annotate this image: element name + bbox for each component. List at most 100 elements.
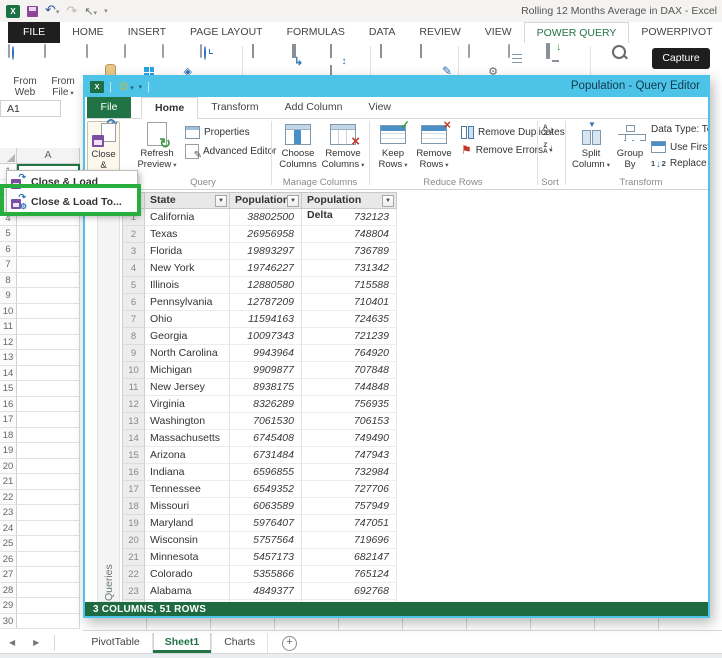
population-cell[interactable]: 6731484 — [230, 447, 302, 464]
row-number[interactable]: 29 — [0, 598, 17, 614]
name-box[interactable]: A1 — [0, 100, 61, 117]
row-number[interactable]: 20 — [0, 459, 17, 475]
state-cell[interactable]: Missouri — [145, 498, 230, 515]
state-cell[interactable]: New Jersey — [145, 379, 230, 396]
from-web-icon[interactable] — [8, 45, 36, 75]
touch-mode-icon[interactable]: ↖▾ — [84, 5, 97, 18]
edit-query-icon[interactable]: ✎ — [420, 45, 448, 75]
state-cell[interactable]: Pennsylvania — [145, 294, 230, 311]
from-other-sources-icon[interactable]: ◈ — [162, 45, 190, 75]
population-cell[interactable]: 38802500 — [230, 209, 302, 226]
queries-pane[interactable]: Queries — [97, 190, 120, 602]
ribbon-tab[interactable]: INSERT — [116, 22, 178, 43]
sheet-tab[interactable]: Charts — [212, 633, 268, 653]
update-icon[interactable]: ↓ — [546, 45, 574, 75]
row-number-cell[interactable]: 3 — [122, 243, 145, 260]
population-cell[interactable]: 6549352 — [230, 481, 302, 498]
row-number-cell[interactable]: 18 — [122, 498, 145, 515]
save-icon[interactable] — [27, 6, 38, 17]
options-icon[interactable]: ⚙ — [468, 45, 496, 75]
row-number-cell[interactable]: 22 — [122, 566, 145, 583]
cell[interactable] — [17, 521, 80, 537]
row-number-cell[interactable]: 16 — [122, 464, 145, 481]
row-number[interactable]: 23 — [0, 505, 17, 521]
cell[interactable] — [17, 614, 80, 630]
cell[interactable] — [17, 335, 80, 351]
search-icon[interactable] — [612, 45, 640, 75]
row-number[interactable]: 17 — [0, 412, 17, 428]
row-number[interactable]: 25 — [0, 536, 17, 552]
cell[interactable] — [17, 552, 80, 568]
population-delta-cell[interactable]: 707848 — [302, 362, 397, 379]
cell[interactable] — [17, 397, 80, 413]
state-cell[interactable]: Maryland — [145, 515, 230, 532]
query-editor-titlebar[interactable]: X | ☺▾ ▾ | Population - Query Editor — [85, 77, 708, 97]
from-azure-icon[interactable] — [124, 45, 152, 75]
population-delta-cell[interactable]: 706153 — [302, 413, 397, 430]
row-number[interactable]: 7 — [0, 257, 17, 273]
from-file-label[interactable]: From File▾ — [44, 76, 82, 99]
population-delta-cell[interactable]: 727706 — [302, 481, 397, 498]
population-cell[interactable]: 5757564 — [230, 532, 302, 549]
row-number-cell[interactable]: 23 — [122, 583, 145, 600]
population-delta-cell[interactable]: 765124 — [302, 566, 397, 583]
keep-rows-button[interactable]: ✓ Keep Rows▾ — [375, 121, 411, 171]
editor-tab[interactable]: Add Column — [272, 97, 356, 118]
ribbon-tab[interactable]: HOME — [60, 22, 116, 43]
row-number-cell[interactable]: 10 — [122, 362, 145, 379]
cell[interactable] — [17, 366, 80, 382]
row-number[interactable]: 24 — [0, 521, 17, 537]
cell[interactable] — [17, 226, 80, 242]
population-delta-cell[interactable]: 764920 — [302, 345, 397, 362]
population-delta-cell[interactable]: 744848 — [302, 379, 397, 396]
population-delta-cell[interactable]: 710401 — [302, 294, 397, 311]
cell[interactable] — [17, 428, 80, 444]
state-cell[interactable]: New York — [145, 260, 230, 277]
cell[interactable] — [17, 350, 80, 366]
row-number-cell[interactable]: 15 — [122, 447, 145, 464]
population-cell[interactable] — [230, 600, 302, 602]
cell[interactable] — [17, 474, 80, 490]
ribbon-tab[interactable]: DATA — [357, 22, 407, 43]
row-number[interactable]: 28 — [0, 583, 17, 599]
advanced-editor-button[interactable]: Advanced Editor — [185, 144, 276, 159]
state-cell[interactable]: Arizona — [145, 447, 230, 464]
population-cell[interactable]: 5457173 — [230, 549, 302, 566]
row-number[interactable]: 9 — [0, 288, 17, 304]
row-number[interactable]: 12 — [0, 335, 17, 351]
ribbon-tab[interactable]: POWER QUERY — [524, 22, 630, 44]
state-cell[interactable]: Minnesota — [145, 549, 230, 566]
state-cell[interactable]: Illinois — [145, 277, 230, 294]
cell[interactable] — [17, 505, 80, 521]
column-header-population-delta[interactable]: Population Delta▼ — [302, 192, 397, 209]
population-delta-cell[interactable]: 756935 — [302, 396, 397, 413]
row-number[interactable]: 10 — [0, 304, 17, 320]
group-by-button[interactable]: Group By — [613, 121, 647, 171]
row-number-cell[interactable]: 5 — [122, 277, 145, 294]
launch-editor-icon[interactable] — [380, 45, 408, 75]
population-delta-cell[interactable]: 747943 — [302, 447, 397, 464]
sheet-tab[interactable]: PivotTable — [79, 633, 152, 653]
population-delta-cell[interactable]: 719696 — [302, 532, 397, 549]
population-delta-cell[interactable] — [302, 600, 397, 602]
population-delta-cell[interactable]: 732984 — [302, 464, 397, 481]
population-delta-cell[interactable]: 731342 — [302, 260, 397, 277]
undo-icon[interactable]: ↶▾ — [45, 4, 59, 19]
state-cell[interactable]: Colorado — [145, 566, 230, 583]
state-cell[interactable]: Georgia — [145, 328, 230, 345]
state-cell[interactable]: Alabama — [145, 583, 230, 600]
state-cell[interactable]: Tennessee — [145, 481, 230, 498]
population-cell[interactable]: 8326289 — [230, 396, 302, 413]
split-column-button[interactable]: ▼ Split Column▾ — [571, 121, 611, 171]
customize-qat-icon[interactable]: ▾ — [104, 7, 108, 15]
row-number[interactable]: 30 — [0, 614, 17, 630]
row-number[interactable]: 13 — [0, 350, 17, 366]
population-delta-cell[interactable]: 715588 — [302, 277, 397, 294]
population-cell[interactable]: 6745408 — [230, 430, 302, 447]
row-number-cell[interactable]: 20 — [122, 532, 145, 549]
state-cell[interactable]: Ohio — [145, 311, 230, 328]
cell[interactable] — [17, 598, 80, 614]
population-delta-cell[interactable]: 721239 — [302, 328, 397, 345]
row-number[interactable]: 22 — [0, 490, 17, 506]
cell[interactable] — [17, 443, 80, 459]
